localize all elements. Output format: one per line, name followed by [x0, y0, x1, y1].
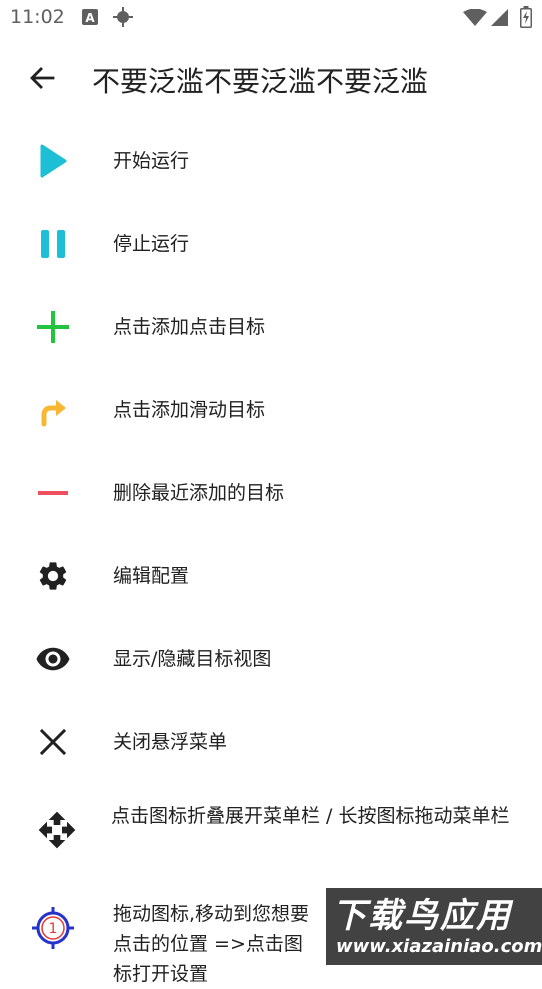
- menu-item-label: 编辑配置: [113, 565, 190, 587]
- menu-item-toggle-targets[interactable]: 显示/隐藏目标视图: [0, 618, 542, 700]
- target-icon: 1: [30, 905, 76, 951]
- back-button[interactable]: [20, 58, 64, 102]
- menu-item-label: 拖动图标,移动到您想要点击的位置 =>点击图标打开设置: [113, 903, 310, 985]
- svg-text:A: A: [85, 11, 95, 25]
- target-number: 1: [49, 921, 58, 937]
- move-icon: [34, 807, 80, 853]
- watermark-url: www.xiazainiao.com: [336, 936, 542, 957]
- status-bar: 11:02 A: [0, 0, 542, 36]
- menu-item-label: 关闭悬浮菜单: [113, 731, 228, 753]
- menu-item-close-menu[interactable]: 关闭悬浮菜单: [0, 701, 542, 783]
- menu-item-label: 点击添加点击目标: [113, 316, 266, 338]
- menu-item-label: 点击图标折叠展开菜单栏 / 长按图标拖动菜单栏: [111, 805, 510, 827]
- gear-icon: [30, 553, 76, 599]
- pause-icon: [30, 221, 76, 267]
- battery-charging-icon: [520, 6, 532, 32]
- status-time: 11:02: [10, 6, 65, 28]
- app-bar: 不要泛滥不要泛滥不要泛滥: [0, 44, 542, 116]
- menu-item-label: 开始运行: [113, 150, 190, 172]
- page-title: 不要泛滥不要泛滥不要泛滥: [92, 65, 429, 98]
- location-crosshair-icon: [112, 6, 134, 32]
- plus-icon: [30, 304, 76, 350]
- eye-icon: [30, 636, 76, 682]
- signal-icon: [491, 9, 509, 31]
- menu-item-label: 删除最近添加的目标: [113, 482, 285, 504]
- menu-item-remove-last[interactable]: 删除最近添加的目标: [0, 452, 542, 534]
- watermark-title: 下载鸟应用: [332, 896, 512, 936]
- menu-item-add-click[interactable]: 点击添加点击目标: [0, 286, 542, 368]
- menu-item-start[interactable]: 开始运行: [0, 120, 542, 202]
- watermark-overlay: 下载鸟应用 www.xiazainiao.com: [326, 888, 542, 965]
- menu-item-add-swipe[interactable]: 点击添加滑动目标: [0, 369, 542, 451]
- close-icon: [30, 719, 76, 765]
- menu-item-collapse-drag[interactable]: 点击图标折叠展开菜单栏 / 长按图标拖动菜单栏: [0, 784, 542, 884]
- swipe-arrow-icon: [30, 387, 76, 433]
- play-icon: [30, 138, 76, 184]
- menu-item-edit-config[interactable]: 编辑配置: [0, 535, 542, 617]
- menu-item-stop[interactable]: 停止运行: [0, 203, 542, 285]
- wifi-icon: [463, 8, 487, 31]
- menu-item-label: 显示/隐藏目标视图: [113, 648, 272, 670]
- keyboard-a-icon: A: [82, 8, 98, 30]
- minus-icon: [30, 470, 76, 516]
- arrow-back-icon: [28, 64, 56, 96]
- menu-item-label: 停止运行: [113, 233, 190, 255]
- menu-item-label: 点击添加滑动目标: [113, 399, 266, 421]
